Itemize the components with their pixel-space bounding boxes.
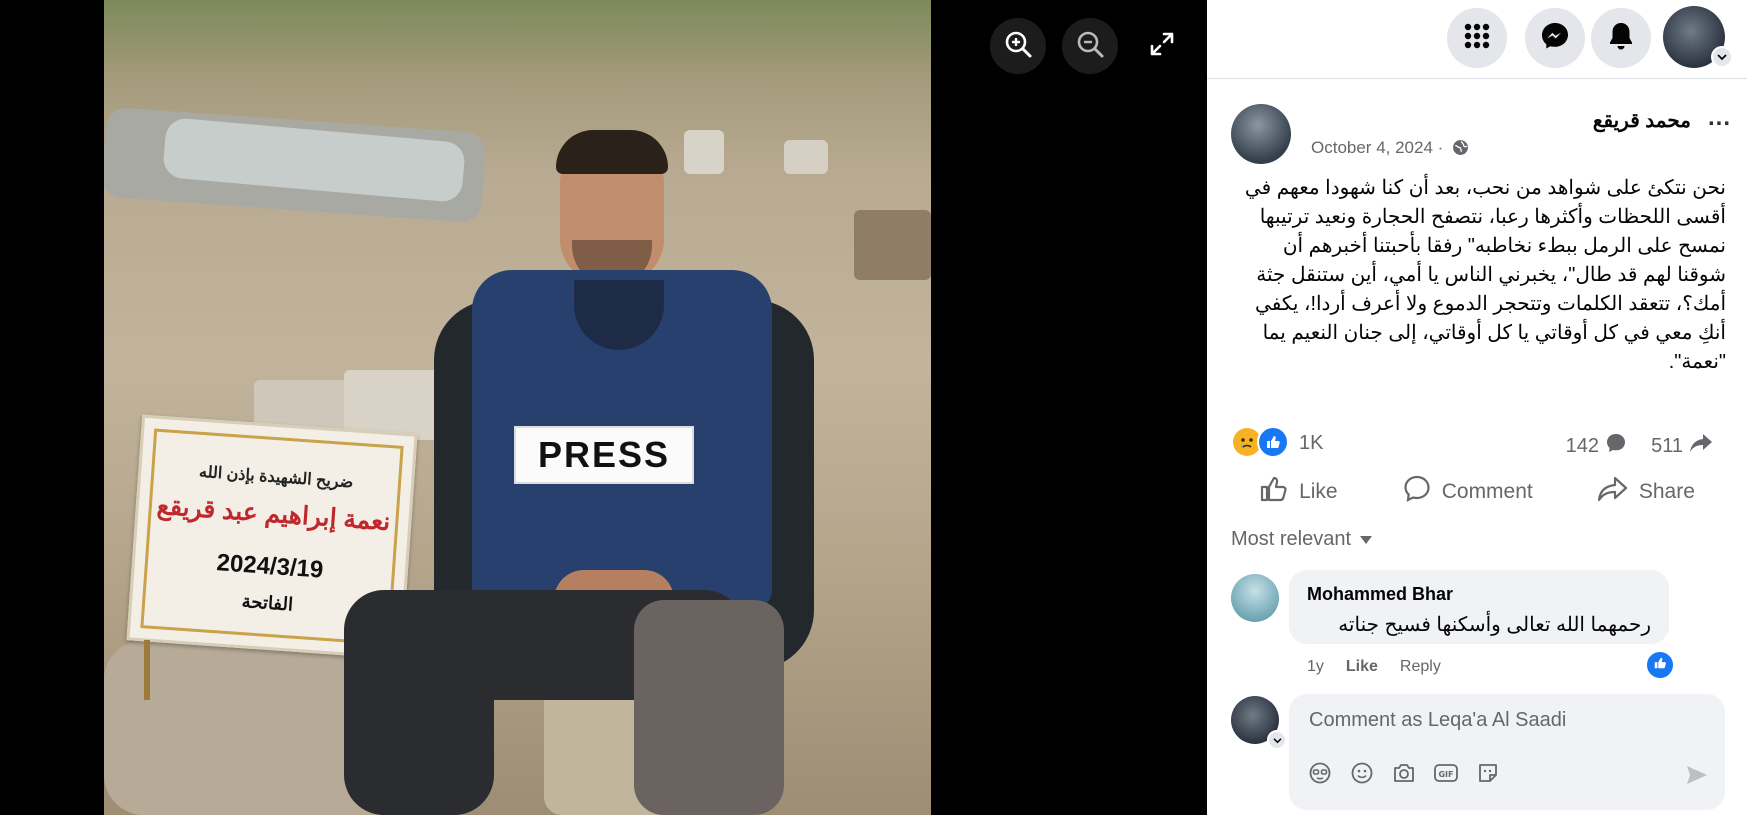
press-label: PRESS (514, 426, 694, 484)
zoom-out-button[interactable] (1062, 18, 1118, 74)
comment-composer: GIF (1231, 694, 1725, 810)
post-text: نحن نتكئ على شواهد من نحب، بعد أن كنا شه… (1244, 177, 1726, 373)
media-viewer: ضريح الشهيدة بإذن الله نعمة إبراهيم عبد … (0, 0, 1207, 815)
comment-count[interactable]: 142 (1566, 432, 1627, 460)
commenter-name[interactable]: Mohammed Bhar (1307, 584, 1453, 605)
post-date[interactable]: October 4, 2024 · (1311, 138, 1469, 161)
sort-label[interactable]: Most relevant (1231, 528, 1351, 551)
more-options-button[interactable]: ... (1708, 104, 1731, 132)
comment-bubble-icon (1605, 432, 1627, 460)
commenter-avatar[interactable] (1231, 574, 1279, 622)
notifications-button[interactable] (1591, 8, 1651, 68)
post-actions: Like Comment Share (1227, 470, 1727, 514)
like-label[interactable]: Like (1299, 480, 1338, 504)
share-arrow-icon (1689, 432, 1713, 460)
chevron-down-icon (1272, 731, 1282, 749)
comment-like-badge[interactable] (1645, 650, 1675, 680)
comment-meta: 1y Like Reply (1307, 658, 1441, 676)
share-count[interactable]: 511 (1651, 432, 1713, 460)
share-icon (1597, 475, 1629, 509)
like-reaction-icon (1653, 656, 1667, 675)
sign-post (144, 640, 150, 700)
fullscreen-icon (1149, 31, 1175, 62)
zoom-in-button[interactable] (990, 18, 1046, 74)
post-photo: ضريح الشهيدة بإذن الله نعمة إبراهيم عبد … (104, 0, 931, 815)
comment-input[interactable] (1307, 708, 1711, 733)
emoji-button[interactable] (1349, 762, 1375, 788)
comment-count-value[interactable]: 142 (1566, 435, 1599, 458)
chevron-down-icon (1717, 48, 1727, 66)
author-name[interactable]: محمد قريقع (1593, 108, 1691, 133)
thumbs-up-icon (1259, 474, 1289, 510)
profile-switcher-button[interactable] (1267, 730, 1287, 750)
author-avatar[interactable] (1231, 104, 1291, 164)
share-button[interactable]: Share (1597, 475, 1695, 509)
fullscreen-button[interactable] (1134, 18, 1190, 74)
zoom-out-icon (1075, 29, 1105, 64)
avatar-sticker-icon (1308, 761, 1332, 790)
gif-icon: GIF (1433, 762, 1459, 789)
svg-text:GIF: GIF (1438, 770, 1453, 779)
post-stats: 1K 142 511 (1233, 426, 1723, 460)
comment-age[interactable]: 1y (1307, 658, 1324, 676)
camera-icon (1392, 762, 1416, 789)
person: PRESS (344, 130, 914, 815)
composer-tools: GIF (1307, 762, 1501, 788)
comment-reply-button[interactable]: Reply (1400, 658, 1441, 676)
share-count-value[interactable]: 511 (1651, 435, 1683, 458)
comment-button[interactable]: Comment (1402, 474, 1533, 510)
avatar-sticker-button[interactable] (1307, 762, 1333, 788)
zoom-in-icon (1003, 29, 1033, 64)
like-button[interactable]: Like (1259, 474, 1338, 510)
send-icon (1685, 766, 1709, 790)
top-bar (1207, 0, 1747, 79)
menu-button[interactable] (1447, 8, 1507, 68)
menu-grid-icon (1463, 22, 1491, 55)
comment-text: رحمهما الله تعالى وأسكنها فسيح جناته (1338, 614, 1651, 636)
bell-icon (1607, 21, 1635, 56)
sticker-icon (1476, 761, 1500, 790)
post-date-text[interactable]: October 4, 2024 · (1311, 138, 1443, 157)
messenger-icon (1540, 21, 1570, 56)
messenger-button[interactable] (1525, 8, 1585, 68)
emoji-icon (1350, 761, 1374, 790)
comment-label[interactable]: Comment (1442, 480, 1533, 504)
sticker-button[interactable] (1475, 762, 1501, 788)
comment-like-button[interactable]: Like (1346, 658, 1378, 676)
camera-button[interactable] (1391, 762, 1417, 788)
comment-bubble: Mohammed Bhar رحمهما الله تعالى وأسكنها … (1289, 570, 1669, 644)
reaction-count[interactable]: 1K (1299, 432, 1323, 455)
gif-button[interactable]: GIF (1433, 762, 1459, 788)
comment-sort-dropdown[interactable]: Most relevant (1231, 528, 1373, 551)
post-header: محمد قريقع ... October 4, 2024 · (1231, 102, 1731, 168)
share-label[interactable]: Share (1639, 480, 1695, 504)
post-panel: محمد قريقع ... October 4, 2024 · نحن نتك… (1207, 0, 1747, 815)
like-reaction-icon[interactable] (1257, 426, 1289, 458)
composer-box: GIF (1289, 694, 1725, 810)
send-comment-button[interactable] (1685, 764, 1709, 791)
caret-down-icon (1359, 528, 1373, 551)
globe-icon (1452, 139, 1469, 161)
account-menu-button[interactable] (1711, 46, 1733, 68)
comment-icon (1402, 474, 1432, 510)
